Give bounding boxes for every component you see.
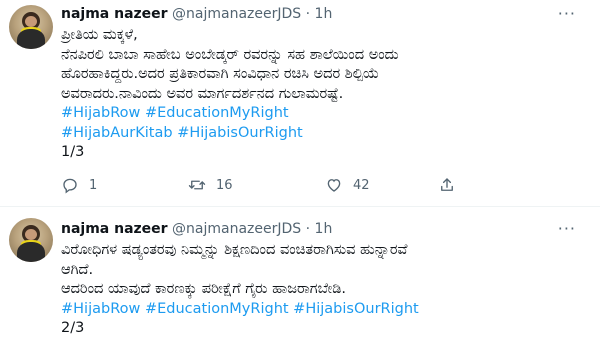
tweet-1[interactable]: najma nazeer @najmanazeerJDS · 1h ··· ಪ್… — [0, 0, 600, 205]
reply-count: 1 — [89, 177, 98, 193]
hashtag-link[interactable]: #HijabAurKitab #HijabisOurRight — [61, 124, 581, 144]
reply-icon — [63, 178, 77, 194]
retweet-count: 16 — [216, 177, 233, 193]
reply-button[interactable]: 1 — [61, 176, 97, 194]
thread-counter: 2/3 — [61, 320, 85, 336]
thread-counter: 1/3 — [61, 144, 85, 160]
author-handle[interactable]: @najmanazeerJDS — [172, 221, 301, 237]
text-line: ನೆನಪಿರಲಿ ಬಾಬಾ ಸಾಹೇಬ ಅಂಬೇಡ್ಕರ್ ರವರನ್ನು ಸಹ… — [61, 46, 399, 63]
more-icon[interactable]: ··· — [558, 219, 576, 238]
author-name[interactable]: najma nazeer — [61, 221, 168, 237]
text-line: ಅವರಾದರು.ನಾವಿಂದು ಅವರ ಮಾರ್ಗದರ್ಶನದ ಗುಲಾಮರಷ್… — [61, 85, 344, 102]
timestamp[interactable]: 1h — [315, 6, 333, 22]
retweet-icon — [188, 180, 206, 190]
timestamp[interactable]: 1h — [315, 221, 333, 237]
author-name[interactable]: najma nazeer — [61, 6, 168, 22]
text-line: ಹೊರಹಾಕಿದ್ದರು.ಅದರ ಪ್ರತಿಕಾರವಾಗಿ ಸಂವಿಧಾನ ರಚ… — [61, 66, 380, 82]
share-icon — [441, 178, 453, 191]
tweet-text: ಪ್ರೀತಿಯ ಮಕ್ಕಳೆ, ನೆನಪಿರಲಿ ಬಾಬಾ ಸಾಹೇಬ ಅಂಬೇ… — [61, 26, 581, 163]
hashtag-link[interactable]: #HijabRow #EducationMyRight — [61, 104, 581, 124]
like-icon — [327, 179, 341, 192]
text-line: ವಿರೋಧಿಗಳ ಷಡ್ಯಂತರವು ನಿಮ್ಮನ್ನು ಶಿಕ್ಷಣದಿಂದ … — [61, 242, 408, 258]
tweet-header: najma nazeer @najmanazeerJDS · 1h — [61, 5, 332, 23]
like-count: 42 — [353, 177, 370, 193]
text-line: ಆಗಿದೆ. — [61, 261, 94, 278]
avatar[interactable] — [9, 5, 53, 49]
more-icon[interactable]: ··· — [558, 4, 576, 23]
avatar[interactable] — [9, 218, 53, 262]
retweet-button[interactable]: 16 — [188, 176, 233, 194]
tweet-text: ವಿರೋಧಿಗಳ ಷಡ್ಯಂತರವು ನಿಮ್ಮನ್ನು ಶಿಕ್ಷಣದಿಂದ … — [61, 241, 581, 339]
like-button[interactable]: 42 — [325, 176, 370, 194]
hashtag-link[interactable]: #HijabRow #EducationMyRight #HijabisOurR… — [61, 300, 581, 320]
author-handle[interactable]: @najmanazeerJDS — [172, 6, 301, 22]
tweet-2[interactable]: najma nazeer @najmanazeerJDS · 1h ··· ವಿ… — [0, 207, 600, 338]
text-line: ಪ್ರೀತಿಯ ಮಕ್ಕಳೆ, — [61, 27, 138, 43]
tweet-header: najma nazeer @najmanazeerJDS · 1h — [61, 220, 332, 238]
separator: · — [305, 6, 311, 22]
separator: · — [305, 221, 311, 237]
share-button[interactable] — [438, 176, 456, 194]
text-line: ಆದರಿಂದ ಯಾವುದೆ ಕಾರಣಕ್ಕು ಪರೀಕ್ಷೆಗೆ ಗೈರು ಹಾ… — [61, 281, 347, 297]
tweet-actions: 1 16 42 — [61, 176, 521, 196]
